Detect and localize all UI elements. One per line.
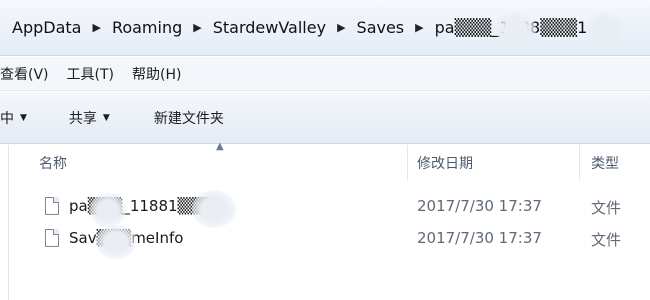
new-folder-button[interactable]: 新建文件夹: [154, 108, 224, 128]
column-header-row: ▲ 名称 修改日期 类型: [9, 141, 650, 181]
breadcrumb-label: StardewValley: [212, 18, 327, 37]
share-button[interactable]: 共享 ▼: [69, 108, 110, 128]
breadcrumb-label: Roaming: [111, 18, 183, 37]
share-label: 共享: [68, 110, 97, 127]
column-header-type[interactable]: 类型: [591, 153, 619, 173]
organize-label: 中: [0, 110, 14, 127]
column-divider[interactable]: [579, 145, 580, 181]
blur-redaction: [96, 225, 136, 259]
blur-redaction: [586, 12, 624, 48]
file-icon: [45, 229, 59, 247]
column-header-name[interactable]: 名称: [39, 153, 67, 173]
command-bar: 中 ▼ 共享 ▼ 新建文件夹: [0, 92, 650, 144]
breadcrumb-saves[interactable]: Saves ▶: [357, 18, 435, 37]
caret-down-icon: ▼: [102, 112, 110, 123]
menu-bar: 查看(V) 工具(T) 帮助(H): [0, 57, 650, 91]
breadcrumb-appdata[interactable]: AppData ▶: [12, 18, 112, 37]
menu-view[interactable]: 查看(V): [0, 64, 58, 84]
organize-button[interactable]: 中 ▼: [0, 108, 27, 128]
file-icon: [45, 197, 59, 215]
menu-help[interactable]: 帮助(H): [123, 64, 190, 84]
column-divider[interactable]: [407, 145, 408, 181]
chevron-right-icon[interactable]: ▶: [92, 21, 100, 34]
sort-ascending-icon: ▲: [216, 141, 224, 152]
column-header-modified[interactable]: 修改日期: [417, 153, 473, 173]
file-modified: 2017/7/30 17:37: [417, 229, 542, 247]
chevron-right-icon[interactable]: ▶: [193, 21, 201, 34]
blur-redaction: [90, 193, 126, 227]
chevron-right-icon[interactable]: ▶: [415, 21, 423, 34]
menu-tools[interactable]: 工具(T): [58, 64, 123, 84]
file-type: 文件: [591, 199, 622, 217]
chevron-right-icon[interactable]: ▶: [337, 21, 345, 34]
file-type: 文件: [591, 231, 622, 249]
breadcrumb-roaming[interactable]: Roaming ▶: [112, 18, 213, 37]
breadcrumb-label: AppData: [12, 18, 82, 37]
file-modified: 2017/7/30 17:37: [417, 197, 542, 215]
new-folder-label: 新建文件夹: [153, 110, 224, 127]
blur-redaction: [192, 190, 236, 228]
caret-down-icon: ▼: [20, 112, 27, 123]
breadcrumb-stardewvalley[interactable]: StardewValley ▶: [213, 18, 357, 37]
address-bar[interactable]: AppData ▶ Roaming ▶ StardewValley ▶ Save…: [0, 0, 650, 56]
breadcrumb-label: Saves: [356, 18, 405, 37]
blur-redaction: [496, 12, 536, 48]
